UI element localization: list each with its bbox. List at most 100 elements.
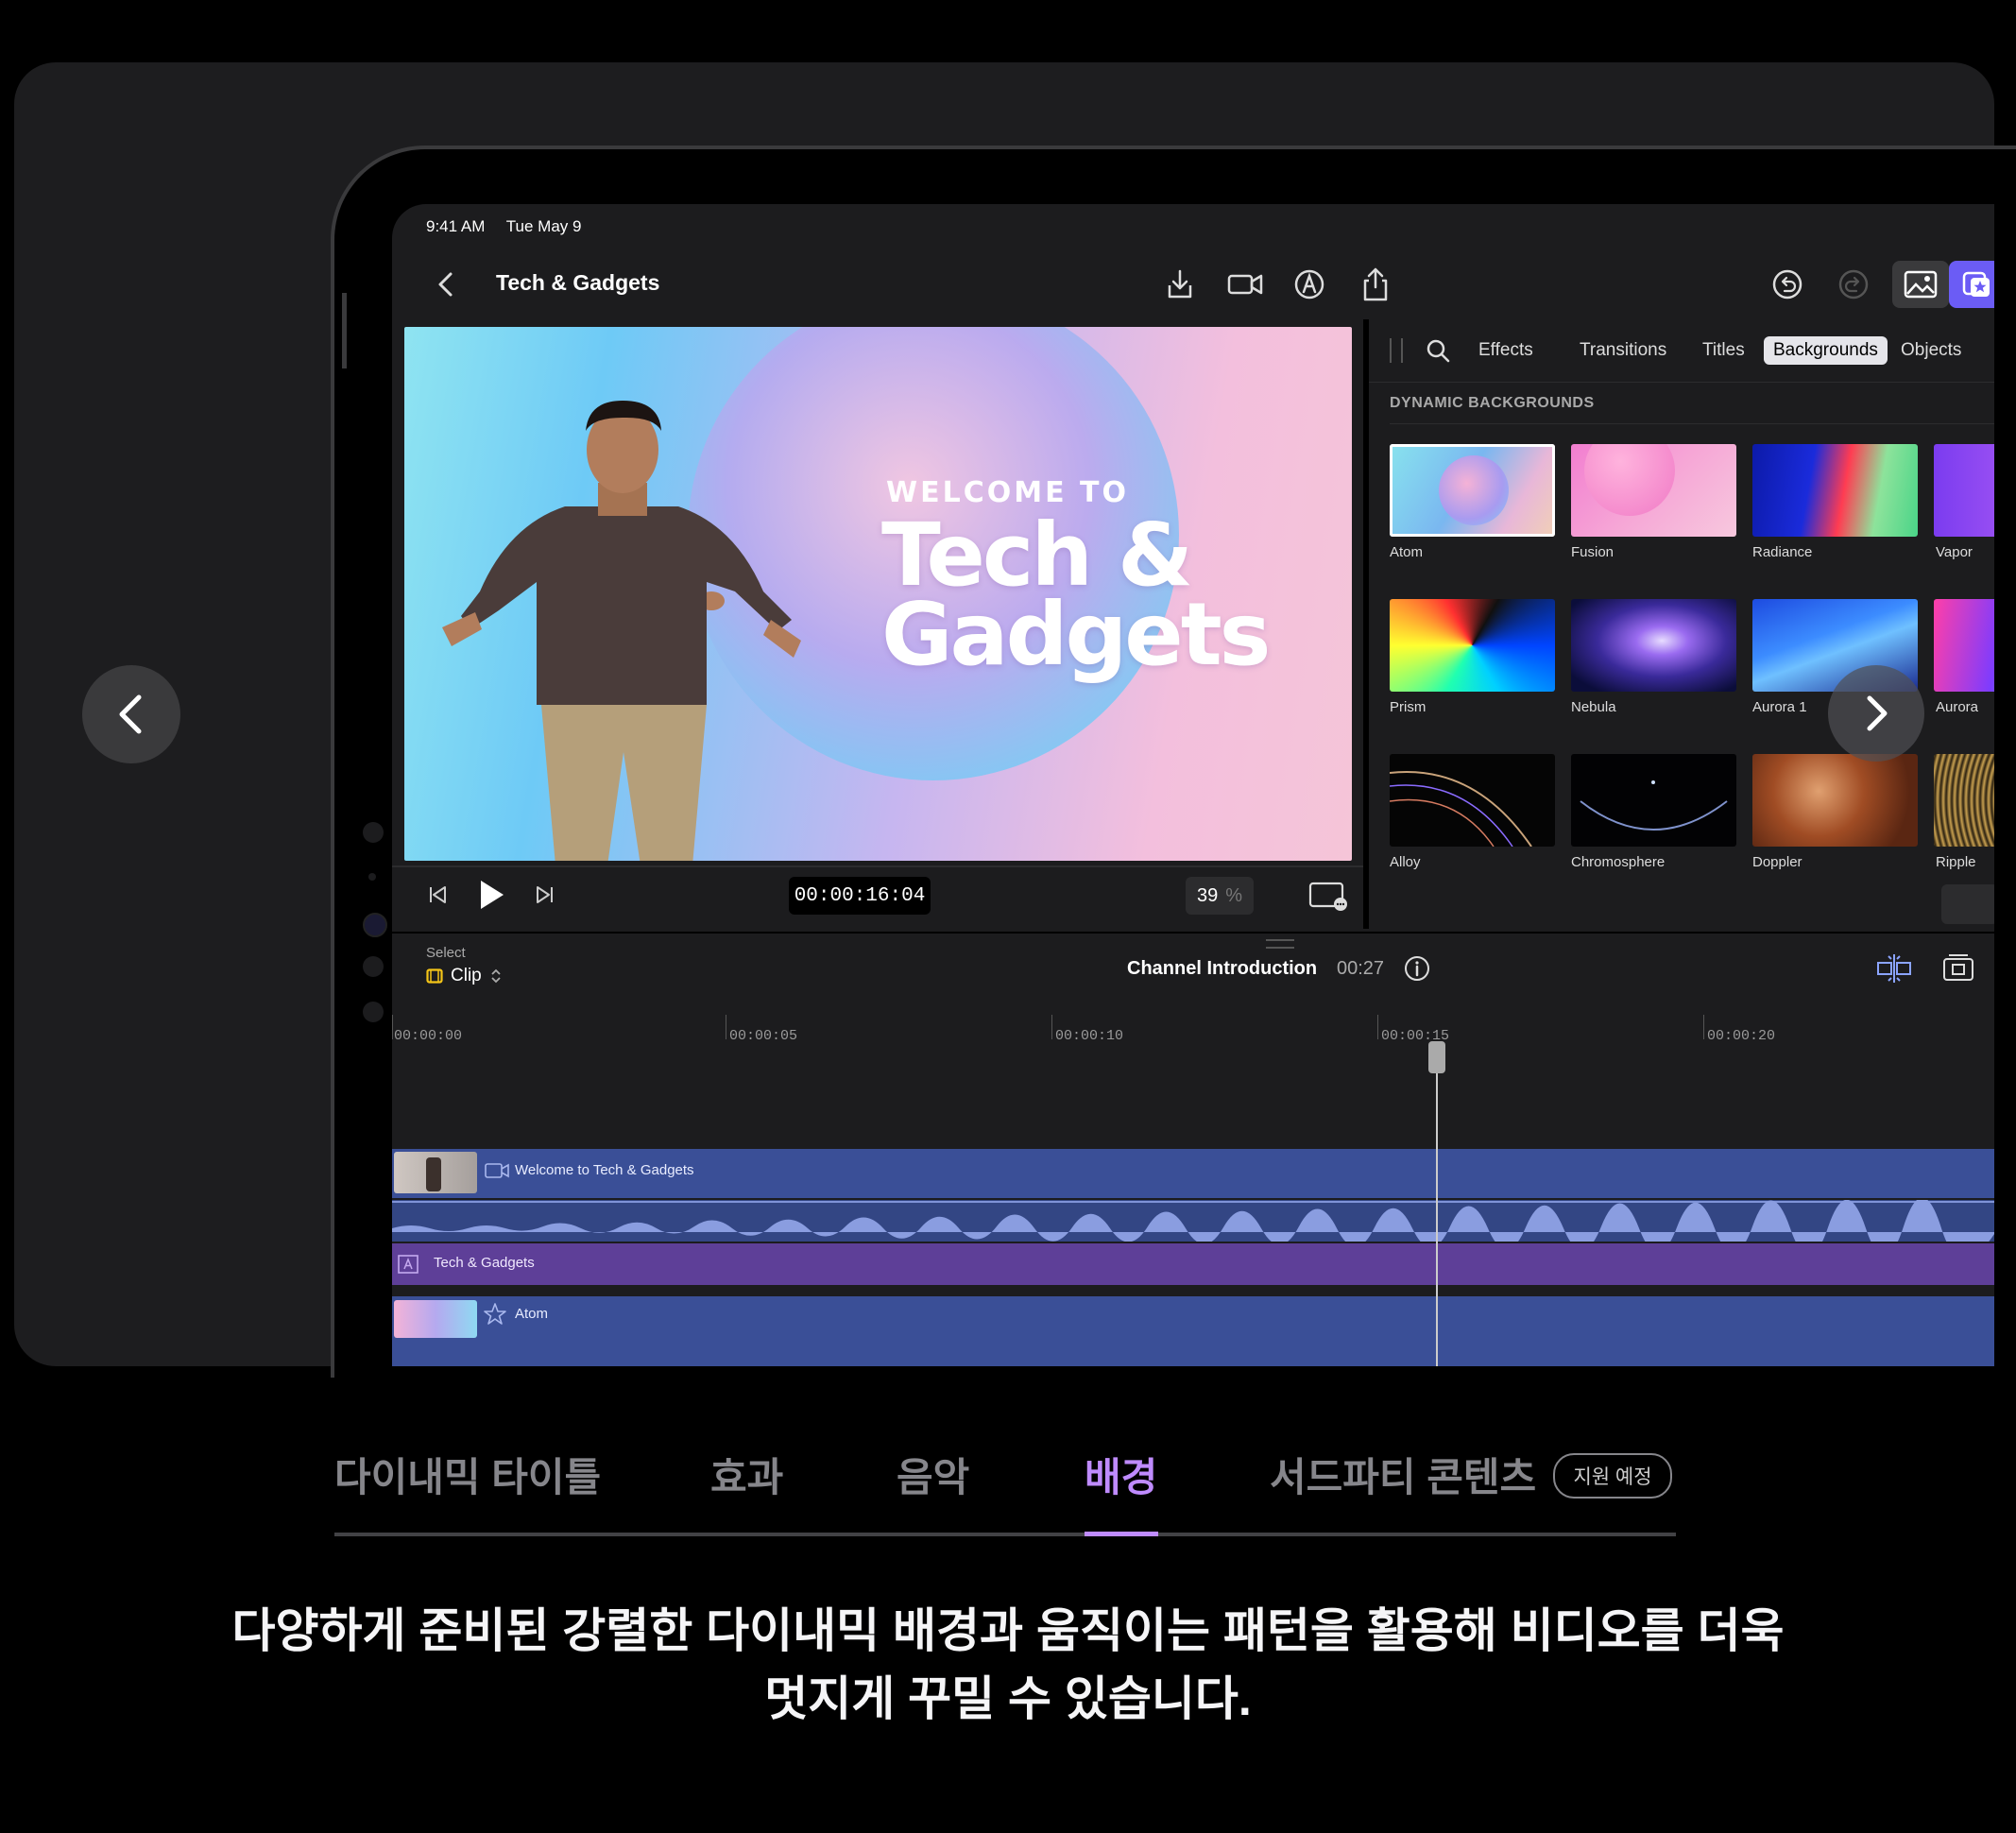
select-mode-picker[interactable]: Clip (426, 966, 503, 986)
tab-effects[interactable]: Effects (1469, 336, 1543, 365)
category-active-indicator (1085, 1532, 1158, 1536)
background-track[interactable]: Atom (392, 1296, 1994, 1366)
section-title: DYNAMIC BACKGROUNDS (1390, 395, 1595, 411)
background-item-doppler[interactable] (1752, 754, 1918, 847)
voiceover-button[interactable] (1291, 266, 1327, 302)
browser-tab-bar: Effects Transitions Titles Backgrounds O… (1369, 319, 1994, 383)
share-button[interactable] (1358, 266, 1393, 302)
playhead-handle[interactable] (1428, 1041, 1445, 1073)
browser-icon (1962, 271, 1990, 297)
background-clip-thumbnail (394, 1300, 477, 1338)
next-slide-button[interactable] (1828, 665, 1924, 762)
title-clip-label: Tech & Gadgets (434, 1255, 535, 1271)
status-bar: 9:41 AM Tue May 9 (426, 217, 598, 236)
status-date: Tue May 9 (505, 217, 582, 235)
previous-frame-button[interactable] (426, 882, 451, 912)
timeline-drag-handle[interactable] (1266, 939, 1294, 949)
zoom-value: 39 (1196, 884, 1219, 906)
background-label: Aurora (1936, 699, 1979, 715)
content-browser: Effects Transitions Titles Backgrounds O… (1369, 319, 1994, 929)
clip-icon (426, 968, 443, 984)
background-item-chromosphere[interactable] (1571, 754, 1736, 847)
video-track[interactable]: Welcome to Tech & Gadgets (392, 1149, 1994, 1198)
title-clip-icon (398, 1255, 419, 1274)
background-clip-label: Atom (515, 1306, 549, 1322)
undo-button[interactable] (1769, 266, 1805, 302)
camera-icon (1227, 274, 1263, 295)
content-browser-button[interactable] (1949, 261, 1994, 308)
camera-dot (363, 822, 384, 843)
redo-icon (1838, 269, 1869, 300)
category-track-line (334, 1533, 1676, 1536)
tab-objects[interactable]: Objects (1891, 336, 1971, 365)
ruler-label: 00:00:05 (729, 1028, 798, 1044)
step-back-icon (430, 886, 446, 903)
browser-search-button[interactable] (1426, 338, 1450, 368)
waveform (392, 1197, 1994, 1259)
viewer-options-button[interactable] (1308, 881, 1348, 916)
camera-lens (363, 913, 387, 937)
category-dynamic-titles[interactable]: 다이내믹 타이틀 (334, 1446, 601, 1503)
category-effects[interactable]: 효과 (710, 1446, 783, 1503)
top-toolbar: Tech & Gadgets (392, 251, 1994, 317)
background-label: Chromosphere (1571, 854, 1666, 870)
tab-backgrounds[interactable]: Backgrounds (1764, 336, 1888, 365)
background-item-prism[interactable] (1390, 599, 1555, 692)
chevron-left-icon (119, 694, 142, 734)
tab-transitions[interactable]: Transitions (1570, 336, 1676, 365)
background-item-nebula[interactable] (1571, 599, 1736, 692)
background-item-ripple[interactable] (1934, 754, 1994, 847)
tab-titles[interactable]: Titles (1693, 336, 1754, 365)
background-item-radiance[interactable] (1752, 444, 1918, 537)
timeline-edit-icon (1943, 954, 1973, 981)
category-backgrounds[interactable]: 배경 (1085, 1446, 1157, 1503)
device-side-button (342, 293, 347, 368)
background-item-aurora[interactable] (1934, 599, 1994, 692)
camera-dot (363, 956, 384, 977)
coming-soon-badge: 지원 예정 (1553, 1453, 1672, 1499)
presenter-figure (442, 401, 801, 861)
timecode-display[interactable]: 00:00:16:04 (789, 877, 931, 915)
redo-button[interactable] (1836, 266, 1871, 302)
chevron-right-icon (1867, 695, 1888, 731)
camera-button[interactable] (1226, 266, 1263, 302)
timeline-ruler[interactable]: 00:00:00 00:00:05 00:00:10 00:00:15 00:0… (392, 1015, 1994, 1090)
description-line-2: 멋지게 꾸밀 수 있습니다. (764, 1672, 1252, 1725)
background-label: Alloy (1390, 854, 1421, 870)
photos-button[interactable] (1892, 261, 1949, 308)
import-button[interactable] (1162, 266, 1198, 302)
video-viewer[interactable]: WELCOME TO Tech & Gadgets (404, 327, 1352, 861)
play-button[interactable] (477, 879, 505, 916)
category-music[interactable]: 음악 (897, 1446, 969, 1503)
transport-bar: 00:00:16:04 39 % (392, 865, 1365, 928)
viewer-title-line2: Gadgets (881, 584, 1271, 685)
background-label: Nebula (1571, 699, 1616, 715)
timeline-edit-button[interactable] (1941, 952, 1975, 989)
background-label: Aurora 1 (1752, 699, 1807, 715)
step-forward-icon (537, 886, 553, 903)
background-item-fusion[interactable] (1571, 444, 1736, 537)
browser-bottom-button[interactable] (1941, 884, 1994, 924)
clip-thumbnail (394, 1152, 477, 1193)
back-button[interactable] (430, 268, 462, 300)
background-label: Prism (1390, 699, 1427, 715)
previous-slide-button[interactable] (82, 665, 180, 763)
feature-category-tabs: 다이내믹 타이틀 효과 음악 배경 서드파티 콘텐츠 지원 예정 (334, 1446, 1676, 1531)
viewer-options-icon (1308, 882, 1347, 911)
status-time: 9:41 AM (426, 217, 486, 235)
split-button[interactable] (1875, 952, 1913, 989)
background-item-vapor[interactable] (1934, 444, 1994, 537)
voiceover-icon (1294, 269, 1324, 300)
background-item-atom[interactable] (1390, 444, 1555, 537)
browser-resize-handle[interactable] (1390, 338, 1403, 363)
background-item-alloy[interactable] (1390, 754, 1555, 847)
playhead-line (1436, 1056, 1438, 1366)
video-clip-icon (485, 1163, 509, 1178)
category-third-party[interactable]: 서드파티 콘텐츠 (1270, 1446, 1536, 1503)
background-label: Atom (1390, 544, 1424, 560)
project-info-button[interactable] (1403, 954, 1431, 987)
zoom-control[interactable]: 39 % (1186, 877, 1254, 915)
background-label: Fusion (1571, 544, 1615, 560)
next-frame-button[interactable] (532, 882, 556, 912)
title-track[interactable]: Tech & Gadgets (392, 1243, 1994, 1285)
